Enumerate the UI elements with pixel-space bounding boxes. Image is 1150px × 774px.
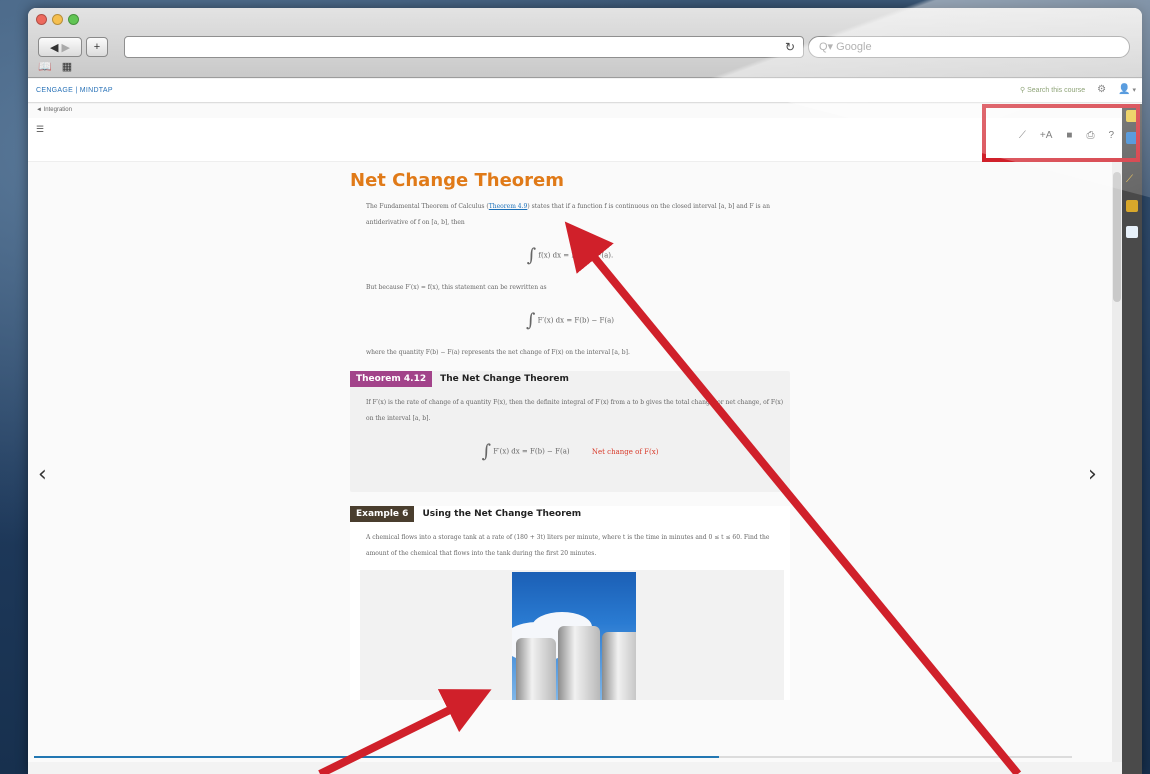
example-title: Using the Net Change Theorem <box>422 509 582 519</box>
theorem-badge: Theorem 4.12 <box>350 371 433 387</box>
theorem-equation: ∫ F′(x) dx = F(b) − F(a) Net change of F… <box>350 441 790 462</box>
scrollbar-thumb[interactable] <box>1113 172 1121 302</box>
theorem-title: The Net Change Theorem <box>440 374 569 384</box>
paragraph-3: where the quantity F(b) − F(a) represent… <box>366 349 630 356</box>
reader-page: Net Change Theorem The Fundamental Theor… <box>350 162 790 700</box>
toolbar-highlight-annotation <box>982 104 1140 162</box>
equation-2-text: F′(x) dx = F(b) − F(a) <box>537 316 615 325</box>
theorem-text: If F′(x) is the rate of change of a quan… <box>366 399 784 422</box>
browser-toolbar: ◀ ▶ + ↻ Q▾ Google 📖 ▦ <box>28 8 1142 78</box>
back-arrow-icon: ◀ <box>50 41 59 54</box>
equation-2: ∫ F′(x) dx = F(b) − F(a) <box>350 310 790 331</box>
course-search-label: Search this course <box>1027 86 1086 94</box>
storage-tank-photo[interactable] <box>512 572 636 700</box>
page-title: Net Change Theorem <box>350 170 564 191</box>
app-dock: ⟋ <box>1122 104 1142 774</box>
table-of-contents-icon[interactable]: ☰ <box>36 124 44 135</box>
reading-progress-fill <box>34 756 720 758</box>
top-sites-icon[interactable]: ▦ <box>62 60 72 73</box>
forward-arrow-icon: ▶ <box>61 41 70 54</box>
browser-search-input[interactable]: Q▾ Google <box>808 36 1130 58</box>
equation-1: ∫ f(x) dx = F(b) − F(a). <box>350 245 790 266</box>
example-box: Example 6 Using the Net Change Theorem A… <box>350 506 790 700</box>
theorem-equation-text: F′(x) dx = F(b) − F(a) <box>493 447 570 456</box>
next-page-button[interactable]: › <box>1088 462 1097 487</box>
theorem-header: Theorem 4.12 The Net Change Theorem <box>350 371 790 387</box>
figure-frame <box>360 570 784 700</box>
reader-toolbar: ☰ ⟋ +A ■ ⎙ ? <box>28 118 1122 162</box>
example-text: A chemical flows into a storage tank at … <box>366 534 770 557</box>
previous-page-button[interactable]: ‹ <box>38 462 47 487</box>
bookmarks-bar: 📖 ▦ <box>38 60 72 73</box>
theorem-equation-label: Net change of F(x) <box>591 447 659 456</box>
intro-text-a: The Fundamental Theorem of Calculus ( <box>366 203 489 210</box>
user-menu-caret: ▾ <box>1132 87 1136 94</box>
breadcrumb[interactable]: ◄ Integration <box>28 104 1122 118</box>
intro-paragraph: The Fundamental Theorem of Calculus (The… <box>350 199 790 231</box>
header-actions: ⚲ Search this course ⚙ 👤 ▾ <box>1020 84 1136 95</box>
reader-content: ‹ › Net Change Theorem The Fundamental T… <box>28 162 1112 762</box>
close-window-button[interactable] <box>36 14 47 25</box>
zoom-window-button[interactable] <box>68 14 79 25</box>
reload-icon[interactable]: ↻ <box>785 40 795 54</box>
user-menu[interactable]: 👤 ▾ <box>1118 84 1136 95</box>
address-bar[interactable]: ↻ <box>124 36 804 58</box>
integral-symbol: ∫ <box>525 310 536 331</box>
example-badge: Example 6 <box>350 506 415 522</box>
comments-icon[interactable] <box>1126 226 1138 238</box>
course-search[interactable]: ⚲ Search this course <box>1020 86 1085 94</box>
silo <box>602 632 636 700</box>
theorem-box: Theorem 4.12 The Net Change Theorem If F… <box>350 371 790 492</box>
rss-icon[interactable]: ⟋ <box>1126 174 1138 186</box>
search-icon: ⚲ <box>1020 86 1026 94</box>
breadcrumb-label: ◄ Integration <box>36 107 72 113</box>
integral-symbol: ∫ <box>526 245 537 266</box>
settings-gear-icon[interactable]: ⚙ <box>1097 84 1106 95</box>
minimize-window-button[interactable] <box>52 14 63 25</box>
equation-1-text: f(x) dx = F(b) − F(a). <box>538 251 614 260</box>
back-forward-button[interactable]: ◀ ▶ <box>38 37 82 57</box>
new-tab-button[interactable]: + <box>86 37 108 57</box>
history-buttons: ◀ ▶ + <box>38 37 108 57</box>
window-controls <box>36 14 79 25</box>
integral-symbol: ∫ <box>481 441 491 462</box>
app-header: CENGAGE | MINDTAP ⚲ Search this course ⚙… <box>28 79 1142 103</box>
silo <box>558 626 600 700</box>
theorem-link[interactable]: Theorem 4.9 <box>489 203 528 210</box>
content-scrollbar[interactable] <box>1112 162 1122 762</box>
plus-icon: + <box>93 41 101 53</box>
reading-list-icon[interactable]: 📖 <box>38 60 52 73</box>
reading-progress-bar[interactable] <box>34 756 1072 758</box>
paragraph-2: But because F′(x) = f(x), this statement… <box>366 284 547 291</box>
browser-window: ◀ ▶ + ↻ Q▾ Google 📖 ▦ CENGAGE | MINDTAP … <box>28 8 1142 774</box>
example-header: Example 6 Using the Net Change Theorem <box>350 506 790 522</box>
silo <box>516 638 556 700</box>
flashcards-icon[interactable] <box>1126 200 1138 212</box>
user-icon: 👤 <box>1118 84 1131 95</box>
brand-logo[interactable]: CENGAGE | MINDTAP <box>36 87 113 94</box>
